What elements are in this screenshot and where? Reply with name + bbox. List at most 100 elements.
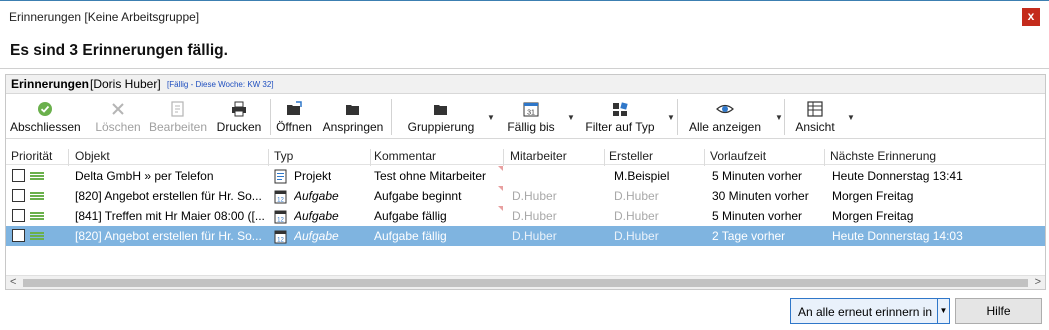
bearbeiten-button[interactable]: Bearbeiten <box>148 97 208 137</box>
priority-normal-icon <box>30 212 44 220</box>
comment-marker-icon <box>498 166 503 171</box>
column-header-typ[interactable]: Typ <box>274 149 293 163</box>
window-title: Erinnerungen [Keine Arbeitsgruppe] <box>9 10 200 24</box>
cell-mitarbeiter: D.Huber <box>512 209 557 223</box>
table-row[interactable]: Delta GmbH » per Telefon Projekt Test oh… <box>6 166 1045 186</box>
cell-kommentar: Aufgabe fällig <box>374 229 447 243</box>
cell-kommentar: Aufgabe beginnt <box>374 189 462 203</box>
table-row[interactable]: [820] Angebot erstellen für Hr. So... 12… <box>6 186 1045 206</box>
cell-naechste-erinnerung: Morgen Freitag <box>832 209 914 223</box>
cell-objekt: Delta GmbH » per Telefon <box>75 169 214 183</box>
filter-typ-button[interactable]: Filter auf Typ <box>580 97 660 137</box>
gruppierung-label: Gruppierung <box>407 120 475 134</box>
panel-user: [Doris Huber] <box>90 77 161 91</box>
panel-header: Erinnerungen [Doris Huber] [Fällig - Die… <box>6 75 1045 94</box>
scroll-left-arrow-icon[interactable]: < <box>10 276 16 288</box>
column-header-ersteller[interactable]: Ersteller <box>609 149 653 163</box>
table-row[interactable]: [841] Treffen mit Hr Maier 08:00 ([... 1… <box>6 206 1045 226</box>
help-button[interactable]: Hilfe <box>955 298 1042 324</box>
task-calendar-icon: 12 <box>274 189 290 207</box>
column-divider <box>370 149 371 166</box>
faellig-bis-dropdown[interactable]: ▼ <box>562 97 575 137</box>
cell-naechste-erinnerung: Morgen Freitag <box>832 189 914 203</box>
drucken-label: Drucken <box>216 120 262 134</box>
svg-text:12: 12 <box>277 198 284 204</box>
calendar-icon: 31 <box>522 100 540 118</box>
delete-x-icon <box>109 100 127 118</box>
filter-dropdown[interactable]: ▼ <box>662 97 675 137</box>
horizontal-scrollbar[interactable]: < > <box>6 275 1045 289</box>
cell-kommentar: Test ohne Mitarbeiter <box>374 169 487 183</box>
priority-normal-icon <box>30 232 44 240</box>
reminders-panel: Erinnerungen [Doris Huber] [Fällig - Die… <box>5 74 1046 290</box>
svg-text:12: 12 <box>277 238 284 244</box>
cell-typ: Aufgabe <box>294 209 339 223</box>
row-checkbox[interactable] <box>12 209 25 222</box>
eye-icon <box>716 100 734 118</box>
column-header-mitarbeiter[interactable]: Mitarbeiter <box>510 149 567 163</box>
column-header-kommentar[interactable]: Kommentar <box>374 149 436 163</box>
gruppierung-button[interactable]: Gruppierung <box>398 97 484 137</box>
task-calendar-icon: 12 <box>274 229 290 247</box>
row-checkbox[interactable] <box>12 189 25 202</box>
loeschen-button[interactable]: Löschen <box>92 97 144 137</box>
chevron-down-icon[interactable]: ▼ <box>937 299 949 323</box>
edit-document-icon <box>169 100 187 118</box>
anspringen-button[interactable]: Anspringen <box>320 97 386 137</box>
ansicht-dropdown[interactable]: ▼ <box>842 97 855 137</box>
abschliessen-button[interactable]: Abschliessen <box>10 97 81 137</box>
toolbar-divider <box>784 99 785 135</box>
comment-marker-icon <box>498 186 503 191</box>
cell-objekt: [820] Angebot erstellen für Hr. So... <box>75 189 262 203</box>
alle-anzeigen-dropdown[interactable]: ▼ <box>770 97 783 137</box>
grid-header: Priorität Objekt Typ Kommentar Mitarbeit… <box>6 145 1045 166</box>
chevron-down-icon: ▼ <box>667 113 675 122</box>
faellig-bis-label: Fällig bis <box>507 120 555 134</box>
open-document-icon <box>285 100 303 118</box>
row-checkbox[interactable] <box>12 229 25 242</box>
cell-vorlaufzeit: 5 Minuten vorher <box>712 209 803 223</box>
abschliessen-label: Abschliessen <box>10 120 81 134</box>
column-header-prioritaet[interactable]: Priorität <box>11 149 52 163</box>
oeffnen-button[interactable]: Öffnen <box>274 97 314 137</box>
table-row-selected[interactable]: [820] Angebot erstellen für Hr. So... 12… <box>6 226 1045 246</box>
column-divider <box>704 149 705 166</box>
cell-mitarbeiter: D.Huber <box>512 189 557 203</box>
alle-anzeigen-button[interactable]: Alle anzeigen <box>684 97 766 137</box>
remind-all-button[interactable]: An alle erneut erinnern in ▼ <box>790 298 950 324</box>
gruppierung-dropdown[interactable]: ▼ <box>482 97 495 137</box>
cell-typ: Aufgabe <box>294 189 339 203</box>
column-divider <box>604 149 605 166</box>
close-button[interactable]: x <box>1022 8 1040 26</box>
ansicht-button[interactable]: Ansicht <box>790 97 840 137</box>
toolbar-divider <box>391 99 392 135</box>
chevron-down-icon: ▼ <box>567 113 575 122</box>
bearbeiten-label: Bearbeiten <box>148 120 208 134</box>
drucken-button[interactable]: Drucken <box>214 97 264 137</box>
oeffnen-label: Öffnen <box>276 120 312 134</box>
column-header-vorlaufzeit[interactable]: Vorlaufzeit <box>710 149 766 163</box>
column-header-naechste-erinnerung[interactable]: Nächste Erinnerung <box>830 149 936 163</box>
cell-objekt: [841] Treffen mit Hr Maier 08:00 ([... <box>75 209 265 223</box>
scroll-right-arrow-icon[interactable]: > <box>1035 276 1041 288</box>
remind-all-label: An alle erneut erinnern in <box>798 305 933 319</box>
priority-normal-icon <box>30 172 44 180</box>
cell-objekt: [820] Angebot erstellen für Hr. So... <box>75 229 262 243</box>
anspringen-label: Anspringen <box>322 120 384 134</box>
group-folder-icon <box>432 100 450 118</box>
alle-anzeigen-label: Alle anzeigen <box>688 120 762 134</box>
row-checkbox[interactable] <box>12 169 25 182</box>
title-bar: Erinnerungen [Keine Arbeitsgruppe] x <box>0 0 1049 32</box>
cell-naechste-erinnerung: Heute Donnerstag 13:41 <box>832 169 963 183</box>
printer-icon <box>230 100 248 118</box>
faellig-bis-button[interactable]: 31 Fällig bis <box>500 97 562 137</box>
chevron-down-icon: ▼ <box>847 113 855 122</box>
scrollbar-thumb[interactable] <box>23 279 1028 287</box>
comment-marker-icon <box>498 206 503 211</box>
loeschen-label: Löschen <box>95 120 141 134</box>
reminders-grid: Priorität Objekt Typ Kommentar Mitarbeit… <box>6 141 1045 275</box>
cell-mitarbeiter: D.Huber <box>512 229 557 243</box>
column-header-objekt[interactable]: Objekt <box>75 149 110 163</box>
svg-text:31: 31 <box>527 110 535 117</box>
priority-normal-icon <box>30 192 44 200</box>
